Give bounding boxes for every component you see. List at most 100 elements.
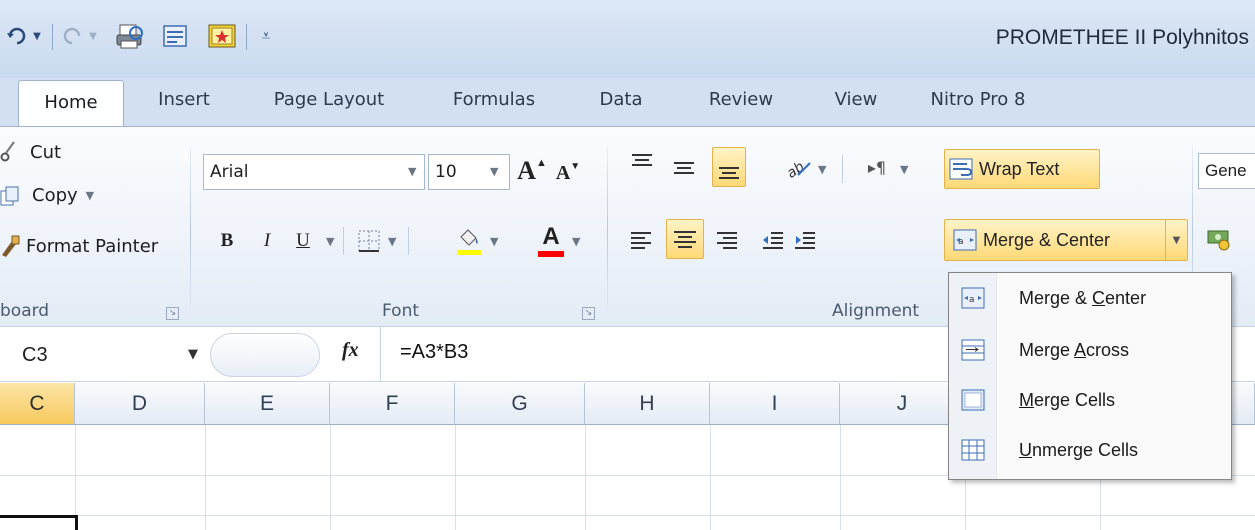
print-preview-icon[interactable] xyxy=(112,18,148,54)
font-size-dropdown-icon[interactable]: ▼ xyxy=(490,165,498,178)
font-name-box[interactable]: Arial xyxy=(203,154,425,190)
tab-data[interactable]: Data xyxy=(588,78,654,126)
wrap-text-button[interactable]: Wrap Text xyxy=(944,149,1100,189)
align-middle-icon[interactable] xyxy=(670,153,698,183)
menu-item-merge-cells[interactable]: Merge Cells xyxy=(949,375,1231,425)
format-painter-button[interactable]: Format Painter xyxy=(0,235,158,257)
fill-color-bar xyxy=(457,249,481,255)
font-color-dropdown-icon[interactable]: ▼ xyxy=(572,235,580,248)
copy-label: Copy xyxy=(32,185,78,206)
tab-page-layout[interactable]: Page Layout xyxy=(262,78,396,126)
column-header-e[interactable]: E xyxy=(205,383,330,425)
fill-color-dropdown-icon[interactable]: ▼ xyxy=(490,235,498,248)
underline-dropdown-icon[interactable]: ▼ xyxy=(326,235,334,248)
merge-cells-icon xyxy=(949,389,997,411)
underline-button[interactable]: U xyxy=(288,223,318,259)
column-header-c[interactable]: C xyxy=(0,383,75,425)
font-color-bar xyxy=(538,251,564,257)
svg-text:a: a xyxy=(969,295,975,305)
tab-review[interactable]: Review xyxy=(696,78,786,126)
menu-item-merge-center[interactable]: a Merge & Center xyxy=(949,273,1231,323)
align-right-icon[interactable] xyxy=(712,223,742,257)
merge-center-dropdown-icon[interactable]: ▼ xyxy=(1165,220,1187,260)
merge-across-icon xyxy=(949,339,997,361)
tab-home[interactable]: Home xyxy=(18,80,124,127)
align-left-icon[interactable] xyxy=(626,223,656,257)
undo-icon[interactable] xyxy=(2,18,32,54)
menu-item-label: Merge Across xyxy=(1019,339,1130,360)
font-launcher-icon[interactable]: ↘ xyxy=(582,307,595,320)
increase-indent-icon[interactable] xyxy=(790,223,820,257)
title-bar: ▼ ▼ ⩡ PROMETHEE II Polyhnitos xyxy=(0,0,1255,78)
font-name-dropdown-icon[interactable]: ▼ xyxy=(408,165,416,178)
font-color-button[interactable]: A xyxy=(534,221,568,261)
customize-qat-icon[interactable]: ⩡ xyxy=(256,18,276,54)
formula-input[interactable]: =A3*B3 xyxy=(400,341,468,364)
tab-insert[interactable]: Insert xyxy=(146,78,222,126)
ribbon-tabs: Home Insert Page Layout Formulas Data Re… xyxy=(0,78,1255,127)
redo-icon[interactable] xyxy=(58,18,86,54)
column-header-f[interactable]: F xyxy=(330,383,455,425)
grow-font-letter: A xyxy=(517,156,536,185)
svg-text:a: a xyxy=(958,237,964,247)
menu-item-label: Unmerge Cells xyxy=(1019,439,1139,460)
font-color-letter: A xyxy=(542,223,560,250)
fill-color-button[interactable] xyxy=(452,221,486,261)
bold-button[interactable]: B xyxy=(212,223,242,259)
align-top-icon[interactable] xyxy=(628,149,656,179)
name-box-dropdown-icon[interactable]: ▼ xyxy=(188,347,198,362)
cut-label: Cut xyxy=(30,141,62,163)
merge-center-button[interactable]: a Merge & Center ▼ xyxy=(944,219,1188,261)
column-header-g[interactable]: G xyxy=(455,383,585,425)
borders-icon[interactable] xyxy=(352,223,386,259)
align-center-icon[interactable] xyxy=(666,219,704,259)
redo-dropdown-icon[interactable]: ▼ xyxy=(86,18,100,54)
active-cell-c3[interactable] xyxy=(0,515,78,530)
copy-icon xyxy=(0,186,32,206)
grow-font-button[interactable]: A ▲ xyxy=(514,153,550,189)
menu-item-unmerge-cells[interactable]: Unmerge Cells xyxy=(949,425,1231,475)
name-box[interactable]: C3 xyxy=(0,335,210,375)
cut-button[interactable]: Cut xyxy=(0,141,61,163)
column-header-j[interactable]: J xyxy=(840,383,965,425)
merge-center-label: Merge & Center xyxy=(983,229,1111,250)
format-painter-label: Format Painter xyxy=(26,235,159,257)
unmerge-cells-icon xyxy=(949,439,997,461)
tab-formulas[interactable]: Formulas xyxy=(436,78,552,126)
formula-bar-splitter[interactable] xyxy=(210,333,320,377)
column-header-i[interactable]: I xyxy=(710,383,840,425)
number-format-box[interactable]: Gene xyxy=(1198,153,1255,189)
italic-button[interactable]: I xyxy=(252,223,282,259)
paragraph-direction-icon[interactable]: ▸¶ xyxy=(860,149,894,185)
column-header-h[interactable]: H xyxy=(585,383,710,425)
paint-bucket-icon xyxy=(460,228,478,246)
copy-button[interactable]: Copy ▼ xyxy=(0,185,94,206)
align-bottom-icon[interactable] xyxy=(712,147,746,187)
currency-icon[interactable] xyxy=(1200,219,1240,259)
orientation-icon[interactable]: ab xyxy=(782,149,816,185)
undo-dropdown-icon[interactable]: ▼ xyxy=(30,18,44,54)
paintbrush-icon xyxy=(0,235,26,257)
paragraph-direction-dropdown-icon[interactable]: ▼ xyxy=(900,163,908,176)
tab-nitro-pro[interactable]: Nitro Pro 8 xyxy=(926,78,1030,126)
column-header-d[interactable]: D xyxy=(75,383,205,425)
window-title: PROMETHEE II Polyhnitos xyxy=(995,26,1249,49)
borders-dropdown-icon[interactable]: ▼ xyxy=(388,235,396,248)
menu-item-merge-across[interactable]: Merge Across xyxy=(949,325,1231,375)
tab-view[interactable]: View xyxy=(824,78,888,126)
scissors-icon xyxy=(0,141,30,163)
clipboard-group-label: board xyxy=(0,301,50,321)
copy-dropdown-icon[interactable]: ▼ xyxy=(86,189,94,202)
decrease-indent-icon[interactable] xyxy=(758,223,788,257)
font-group-label: Font xyxy=(382,301,420,321)
menu-item-label: Merge Cells xyxy=(1019,389,1116,410)
shrink-font-button[interactable]: A ▼ xyxy=(552,155,584,191)
merge-center-button-icon: a xyxy=(953,229,977,251)
orientation-dropdown-icon[interactable]: ▼ xyxy=(818,163,826,176)
insert-function-icon[interactable]: fx xyxy=(342,339,359,362)
camera-icon[interactable] xyxy=(206,18,238,54)
merge-dropdown-menu: a Merge & Center Merge Across Merge Cell… xyxy=(948,272,1232,480)
clipboard-launcher-icon[interactable]: ↘ xyxy=(166,307,179,320)
form-icon[interactable] xyxy=(160,18,190,54)
wrap-text-label: Wrap Text xyxy=(979,158,1060,179)
